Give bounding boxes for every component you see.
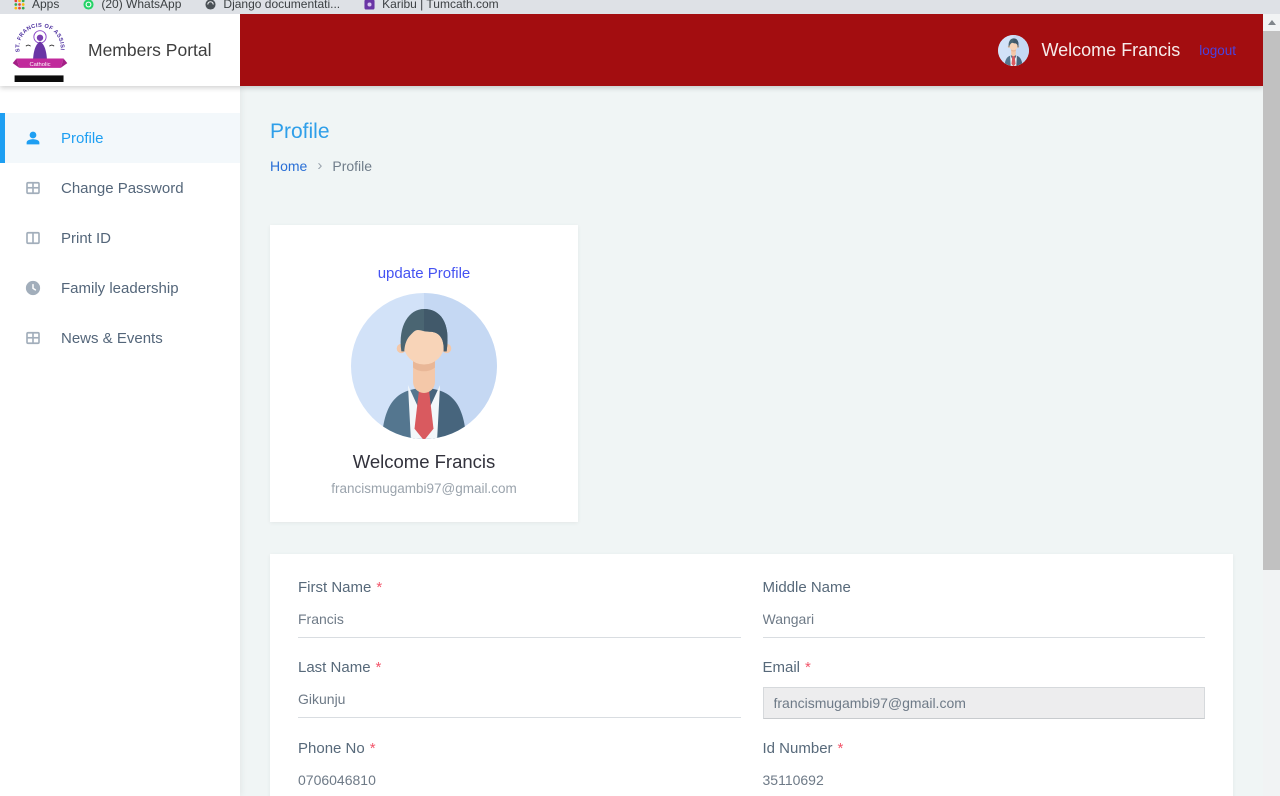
bookmark-label: Apps (32, 0, 59, 11)
profile-display-name: Welcome Francis (280, 451, 568, 473)
clock-icon (24, 279, 42, 297)
field-middle-name: Middle Name (763, 579, 1206, 638)
columns-icon (24, 229, 42, 247)
breadcrumb-current: Profile (332, 158, 372, 174)
update-profile-link[interactable]: update Profile (378, 265, 471, 282)
id-number-label: Id Number (763, 740, 833, 757)
bookmark-label: Karibu | Tumcath.com (382, 0, 499, 11)
bookmark-label: (20) WhatsApp (101, 0, 181, 11)
id-number-input[interactable] (763, 766, 1206, 796)
apps-grid-icon (14, 0, 25, 10)
field-last-name: Last Name * (298, 659, 741, 719)
middle-name-input[interactable] (763, 605, 1206, 638)
page-title: Profile (270, 120, 1263, 144)
field-first-name: First Name * (298, 579, 741, 638)
header-user-area: Welcome Francis logout (998, 14, 1264, 86)
scrollbar-up-button[interactable] (1263, 14, 1280, 31)
sidebar-item-print-id[interactable]: Print ID (0, 213, 240, 263)
sidebar-item-change-password[interactable]: Change Password (0, 163, 240, 213)
st-francis-logo-icon: ST. FRANCIS OF ASSISI Catholic (11, 18, 69, 82)
breadcrumb: Home › Profile (270, 157, 1263, 174)
first-name-input[interactable] (298, 605, 741, 638)
profile-summary-card: update Profile Welcome Francis francismu… (270, 225, 578, 522)
required-marker: * (838, 740, 844, 757)
first-name-label: First Name (298, 579, 371, 596)
browser-scrollbar[interactable] (1263, 14, 1280, 796)
bookmark-karibu-site[interactable]: Karibu | Tumcath.com (364, 0, 499, 11)
scrollbar-thumb[interactable] (1263, 31, 1280, 570)
sidebar-item-label: Family leadership (61, 280, 179, 297)
profile-form-card: First Name * Middle Name Last Name * Email… (270, 554, 1233, 796)
field-phone-no: Phone No * (298, 740, 741, 796)
table-icon (24, 329, 42, 347)
last-name-label: Last Name (298, 659, 371, 676)
scroll-up-arrow-icon (1268, 20, 1276, 25)
sidebar-item-label: Print ID (61, 230, 111, 247)
user-avatar (998, 35, 1029, 66)
sidebar-item-label: News & Events (61, 330, 163, 347)
bookmark-apps[interactable]: Apps (14, 0, 59, 11)
svg-text:Catholic: Catholic (29, 62, 50, 68)
bookmark-django-docs[interactable]: Django documentati... (205, 0, 340, 11)
required-marker: * (376, 579, 382, 596)
sidebar-item-news-events[interactable]: News & Events (0, 313, 240, 363)
phone-no-input[interactable] (298, 766, 741, 796)
brand-home-link[interactable]: ST. FRANCIS OF ASSISI Catholic Members P… (0, 14, 240, 86)
website-icon (364, 0, 375, 10)
table-icon (24, 179, 42, 197)
phone-no-label: Phone No (298, 740, 365, 757)
brand-title: Members Portal (88, 40, 212, 61)
required-marker: * (376, 659, 382, 676)
field-id-number: Id Number * (763, 740, 1206, 796)
breadcrumb-home-link[interactable]: Home (270, 158, 307, 174)
last-name-input[interactable] (298, 685, 741, 718)
sidebar-item-label: Change Password (61, 180, 184, 197)
required-marker: * (805, 659, 811, 676)
browser-bookmarks-bar: Apps (20) WhatsApp Django documentati...… (0, 0, 1280, 14)
main-content: Profile Home › Profile update Profile We… (240, 86, 1263, 796)
required-marker: * (370, 740, 376, 757)
middle-name-label: Middle Name (763, 579, 851, 596)
bookmark-whatsapp[interactable]: (20) WhatsApp (83, 0, 181, 11)
bookmark-label: Django documentati... (223, 0, 340, 11)
welcome-message: Welcome Francis (1042, 40, 1181, 61)
sidebar-item-label: Profile (61, 130, 104, 147)
email-input (763, 687, 1206, 719)
whatsapp-icon (83, 0, 94, 10)
sidebar-item-family-leadership[interactable]: Family leadership (0, 263, 240, 313)
profile-avatar (351, 293, 497, 439)
logout-link[interactable]: logout (1199, 43, 1236, 58)
app-header: ST. FRANCIS OF ASSISI Catholic Members P… (0, 14, 1263, 86)
user-icon (24, 129, 42, 147)
profile-email: francismugambi97@gmail.com (280, 481, 568, 496)
email-label: Email (763, 659, 801, 676)
field-email: Email* (763, 659, 1206, 719)
sidebar-item-profile[interactable]: Profile (0, 113, 240, 163)
sidebar-nav: Profile Change Password Print ID Family … (0, 86, 240, 796)
django-icon (205, 0, 216, 10)
breadcrumb-separator: › (317, 157, 322, 174)
